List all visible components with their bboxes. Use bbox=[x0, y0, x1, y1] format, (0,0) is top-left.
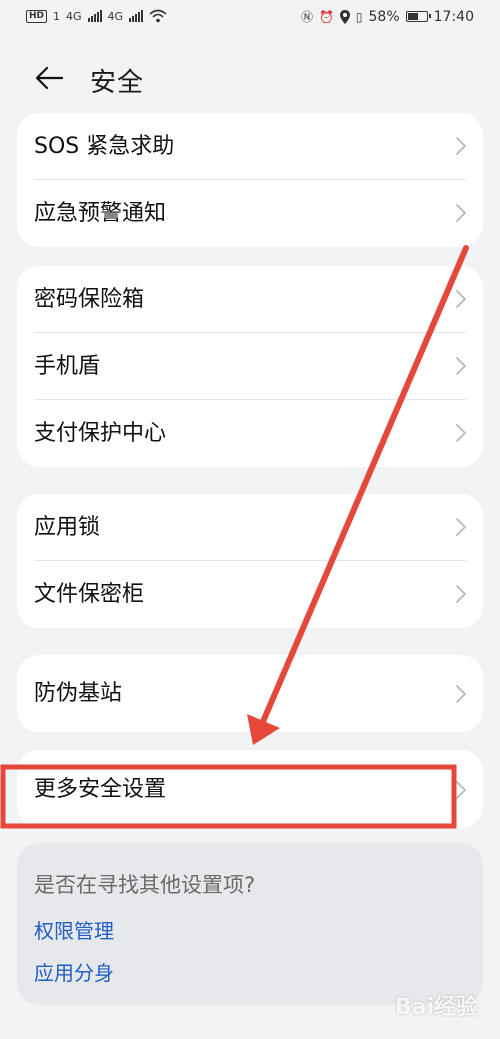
suggestion-card: 是否在寻找其他设置项? 权限管理 应用分身 bbox=[17, 843, 483, 1005]
settings-item-label: 支付保护中心 bbox=[34, 421, 167, 446]
signal-icon-2 bbox=[129, 10, 144, 22]
status-left: HD 1 4G 4G bbox=[26, 9, 167, 23]
chevron-right-icon bbox=[456, 290, 466, 308]
chevron-right-icon bbox=[456, 137, 466, 155]
status-right: Ⓝ ⏰ ▯ 58% 17:40 bbox=[301, 8, 474, 25]
settings-item-label: SOS 紧急求助 bbox=[34, 134, 175, 159]
settings-item-phone-shield[interactable]: 手机盾 bbox=[17, 333, 483, 400]
chevron-right-icon bbox=[456, 585, 466, 603]
chevron-right-icon bbox=[456, 424, 466, 442]
settings-item-payment-protection[interactable]: 支付保护中心 bbox=[17, 400, 483, 467]
chevron-right-icon bbox=[456, 204, 466, 222]
settings-group-more: 更多安全设置 bbox=[17, 750, 483, 828]
settings-item-label: 应急预警通知 bbox=[34, 201, 167, 226]
watermark: Bai经验 bbox=[394, 995, 478, 1020]
settings-item-label: 文件保密柜 bbox=[34, 582, 145, 607]
status-bar: HD 1 4G 4G Ⓝ ⏰ ▯ 58% 17:40 bbox=[0, 0, 500, 38]
settings-item-label: 应用锁 bbox=[34, 515, 101, 540]
location-icon bbox=[339, 9, 350, 24]
back-arrow-icon[interactable] bbox=[32, 60, 68, 96]
hd-badge: HD bbox=[26, 9, 48, 23]
settings-item-label: 更多安全设置 bbox=[34, 777, 167, 802]
chevron-right-icon bbox=[456, 685, 466, 703]
settings-item-sos[interactable]: SOS 紧急求助 bbox=[17, 113, 483, 180]
battery-percent: 58% bbox=[368, 8, 400, 25]
suggestion-question: 是否在寻找其他设置项? bbox=[34, 873, 256, 897]
settings-item-file-safe[interactable]: 文件保密柜 bbox=[17, 561, 483, 628]
settings-item-label: 手机盾 bbox=[34, 354, 101, 379]
settings-item-fake-base-station[interactable]: 防伪基站 bbox=[17, 655, 483, 732]
link-app-twin[interactable]: 应用分身 bbox=[34, 957, 114, 986]
settings-group-base-station: 防伪基站 bbox=[17, 655, 483, 732]
wifi-icon bbox=[149, 9, 167, 23]
clock: 17:40 bbox=[433, 8, 474, 25]
chevron-right-icon bbox=[456, 781, 466, 799]
signal-icon bbox=[87, 10, 102, 22]
page-title: 安全 bbox=[90, 68, 145, 98]
sim-indicator: 1 bbox=[53, 9, 61, 23]
settings-group-emergency: SOS 紧急求助 应急预警通知 bbox=[17, 113, 483, 247]
settings-item-more-security[interactable]: 更多安全设置 bbox=[17, 750, 483, 828]
network-type-b: 4G bbox=[107, 9, 124, 23]
page-header: 安全 bbox=[0, 50, 500, 106]
settings-item-password-vault[interactable]: 密码保险箱 bbox=[17, 266, 483, 333]
chevron-right-icon bbox=[456, 357, 466, 375]
battery-icon bbox=[405, 11, 431, 22]
link-permission-management[interactable]: 权限管理 bbox=[34, 915, 114, 944]
settings-item-emergency-alerts[interactable]: 应急预警通知 bbox=[17, 180, 483, 247]
network-type-a: 4G bbox=[66, 9, 82, 23]
settings-group-privacy: 应用锁 文件保密柜 bbox=[17, 494, 483, 628]
nfc-icon: Ⓝ bbox=[300, 10, 313, 24]
alarm-icon: ⏰ bbox=[318, 9, 334, 24]
settings-item-label: 防伪基站 bbox=[34, 681, 123, 706]
settings-group-protection: 密码保险箱 手机盾 支付保护中心 bbox=[17, 266, 483, 467]
chevron-right-icon bbox=[456, 518, 466, 536]
settings-item-app-lock[interactable]: 应用锁 bbox=[17, 494, 483, 561]
vibrate-icon: ▯ bbox=[355, 9, 363, 24]
settings-item-label: 密码保险箱 bbox=[34, 287, 145, 312]
